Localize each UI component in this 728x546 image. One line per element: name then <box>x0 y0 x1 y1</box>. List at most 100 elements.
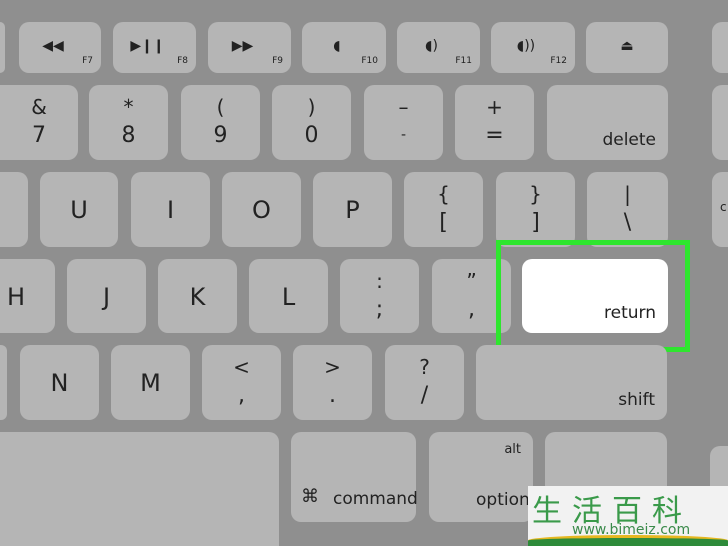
key-u[interactable]: U <box>40 172 118 247</box>
key-label: F9 <box>272 56 283 66</box>
key-comma[interactable]: <, <box>202 345 281 420</box>
volume-down-icon: ◖) <box>425 38 438 54</box>
key-7[interactable]: & 7 <box>0 85 78 160</box>
key-char: - <box>400 127 407 143</box>
key-char: , <box>238 383 245 408</box>
key-partial[interactable] <box>712 22 728 73</box>
command-icon: ⌘ <box>301 486 319 507</box>
eject-icon: ⏏ <box>620 38 634 54</box>
volume-up-icon: ◖)) <box>516 38 536 54</box>
key-f12[interactable]: ◖)) F12 <box>491 22 575 73</box>
key-char: 9 <box>213 123 228 148</box>
key-shift-char: { <box>437 182 450 206</box>
key-p[interactable]: P <box>313 172 392 247</box>
fast-forward-icon: ▶▶ <box>231 38 254 54</box>
key-label: F11 <box>455 56 472 66</box>
key-period[interactable]: >. <box>293 345 372 420</box>
key-shift-char: – <box>398 95 409 119</box>
key-o[interactable]: O <box>222 172 301 247</box>
key-f11[interactable]: ◖) F11 <box>397 22 480 73</box>
key-char: L <box>281 283 296 311</box>
key-char: . <box>329 383 336 408</box>
key-i[interactable]: I <box>131 172 210 247</box>
key-label: delete <box>602 130 656 150</box>
key-m[interactable]: M <box>111 345 190 420</box>
key-char: K <box>189 283 206 311</box>
key-partial[interactable] <box>0 172 28 247</box>
key-0[interactable]: ) 0 <box>272 85 351 160</box>
key-shift[interactable]: shift <box>476 345 667 420</box>
key-minus[interactable]: – - <box>364 85 443 160</box>
key-n[interactable]: N <box>20 345 99 420</box>
key-char: U <box>70 196 88 224</box>
key-label: F12 <box>550 56 567 66</box>
key-label: F10 <box>361 56 378 66</box>
key-char: 0 <box>304 123 319 148</box>
key-f8[interactable]: ▶❙❙ F8 <box>113 22 196 73</box>
key-char: \ <box>623 210 632 235</box>
watermark: 生活百科 www.bimeiz.com <box>528 486 728 546</box>
key-shift-char: | <box>624 182 631 206</box>
key-option[interactable]: alt option <box>429 432 533 522</box>
key-char: = <box>485 123 504 148</box>
key-char: ] <box>531 210 540 235</box>
mute-icon: ◖ <box>333 38 341 54</box>
key-9[interactable]: (9 <box>181 85 260 160</box>
key-f10[interactable]: ◖ F10 <box>302 22 386 73</box>
key-equals[interactable]: + = <box>455 85 534 160</box>
key-partial[interactable]: c <box>712 172 728 247</box>
key-command[interactable]: ⌘ command <box>291 432 418 522</box>
key-partial[interactable] <box>0 22 5 73</box>
key-char: c <box>720 200 727 214</box>
key-shift-char: & <box>31 95 47 119</box>
key-bracket-right[interactable]: }] <box>496 172 575 247</box>
key-char: 8 <box>121 123 136 148</box>
key-char: O <box>252 196 271 224</box>
key-shift-char: < <box>233 355 250 379</box>
key-shift-char: ? <box>419 355 430 379</box>
return-key-highlight <box>496 240 690 352</box>
key-backslash[interactable]: | \ <box>587 172 668 247</box>
key-shift-char: ( <box>216 95 225 119</box>
key-char: J <box>102 283 111 311</box>
key-char: ; <box>375 297 384 322</box>
key-label: F7 <box>82 56 93 66</box>
key-eject[interactable]: ⏏ <box>586 22 668 73</box>
key-space[interactable] <box>0 432 279 546</box>
key-j[interactable]: J <box>67 259 146 333</box>
key-semicolon[interactable]: :; <box>340 259 419 333</box>
key-char: P <box>345 196 360 224</box>
play-pause-icon: ▶❙❙ <box>130 38 165 54</box>
key-shift-char: * <box>123 95 134 119</box>
key-label: alt <box>504 442 521 457</box>
key-h[interactable]: H <box>0 259 55 333</box>
key-char: M <box>140 369 161 397</box>
key-partial[interactable] <box>0 345 7 420</box>
key-label: F8 <box>177 56 188 66</box>
key-char: 7 <box>32 123 46 148</box>
key-shift-char: + <box>486 95 503 119</box>
key-f7[interactable]: ◀◀ F7 <box>19 22 101 73</box>
key-f9[interactable]: ▶▶ F9 <box>208 22 291 73</box>
key-shift-char: ) <box>307 95 316 119</box>
key-label: option <box>476 490 530 510</box>
rewind-icon: ◀◀ <box>42 38 64 54</box>
key-slash[interactable]: ? / <box>385 345 464 420</box>
key-char: N <box>50 369 69 397</box>
key-label: command <box>333 489 418 509</box>
key-char: / <box>420 383 429 408</box>
key-label: shift <box>618 390 655 410</box>
key-shift-char: } <box>529 182 542 206</box>
key-shift-char: > <box>324 355 341 379</box>
key-partial[interactable] <box>712 85 728 160</box>
key-k[interactable]: K <box>158 259 237 333</box>
key-8[interactable]: * 8 <box>89 85 168 160</box>
key-char: I <box>166 196 175 224</box>
key-delete[interactable]: delete <box>547 85 668 160</box>
key-char: [ <box>439 210 448 235</box>
key-shift-char: : <box>376 269 383 293</box>
key-bracket-left[interactable]: {[ <box>404 172 483 247</box>
key-char: H <box>6 283 25 311</box>
key-l[interactable]: L <box>249 259 328 333</box>
watermark-url: www.bimeiz.com <box>572 522 691 538</box>
